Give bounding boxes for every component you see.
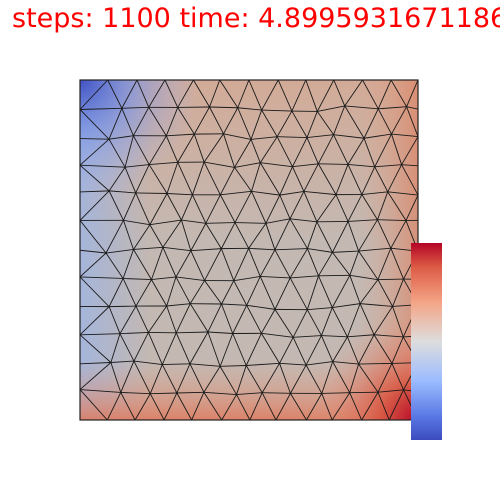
mesh-edge [318,274,350,277]
scalar-field [80,80,418,420]
mesh-edge [377,278,404,281]
visualization-canvas[interactable] [0,0,500,500]
colorbar-gradient [411,243,442,440]
mesh-edge [80,138,110,140]
render-view: steps: 1100 time: 4.8995931671186 [0,0,500,500]
mesh-edge [349,391,379,394]
mesh-edge [109,305,136,308]
mesh-edge [135,192,168,194]
mesh-edge [262,392,291,394]
mesh-edge [318,163,349,165]
color-legend [411,243,442,440]
